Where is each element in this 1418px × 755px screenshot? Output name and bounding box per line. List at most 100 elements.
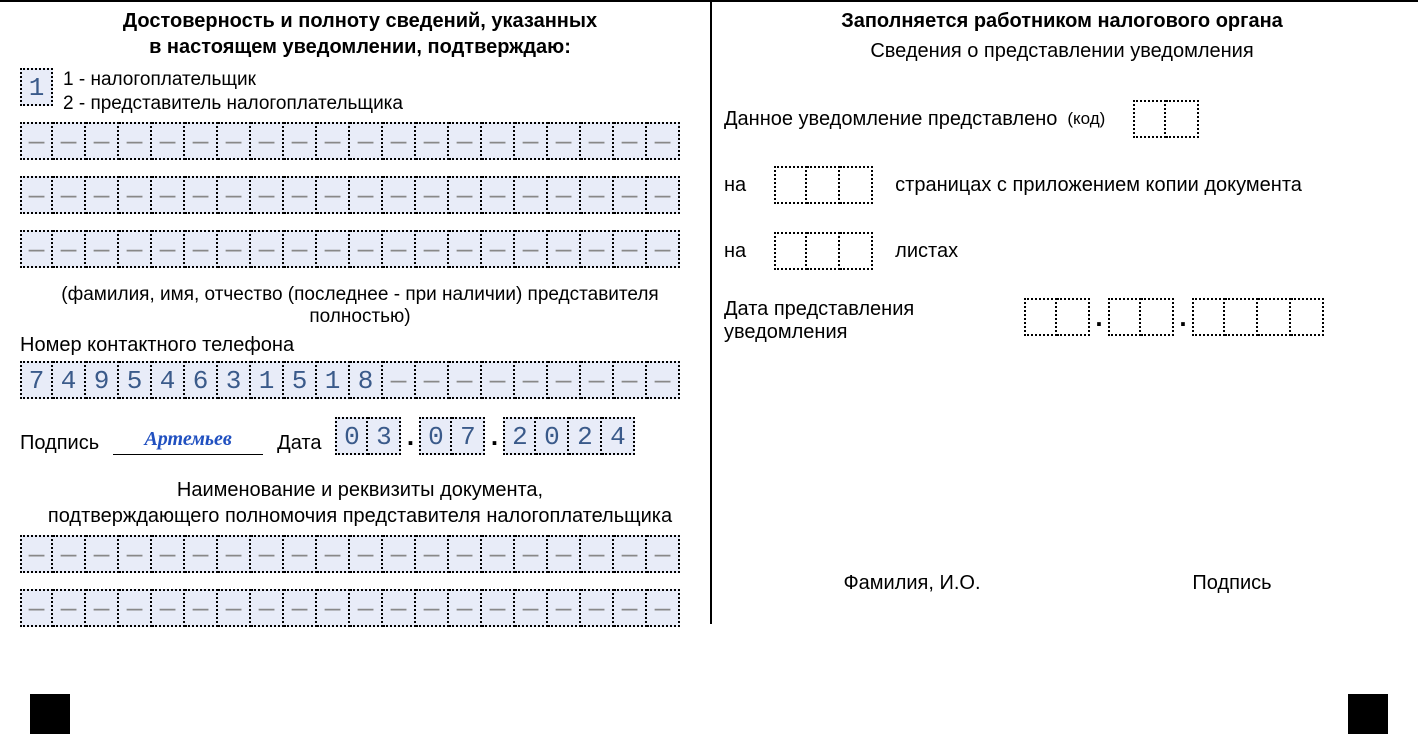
input-cell: — (383, 589, 416, 627)
representative-name-grid[interactable]: ————————————————————————————————————————… (20, 122, 700, 268)
form-page: Достоверность и полноту сведений, указан… (0, 0, 1418, 755)
input-cell: 4 (53, 361, 86, 399)
input-cell: — (416, 230, 449, 268)
input-cell: — (152, 230, 185, 268)
input-cell: — (383, 122, 416, 160)
submitter-code-cell: 1 (20, 68, 53, 106)
r-date-field[interactable]: . . (1024, 298, 1324, 336)
input-cell: — (152, 122, 185, 160)
input-cell: — (53, 230, 86, 268)
input-cell: — (416, 122, 449, 160)
input-cell: — (218, 230, 251, 268)
input-cell: — (53, 122, 86, 160)
input-cell: — (383, 230, 416, 268)
input-cell: 7 (20, 361, 53, 399)
input-cell: — (119, 122, 152, 160)
input-cell: — (614, 176, 647, 214)
input-cell: 9 (86, 361, 119, 399)
empty-cell (840, 166, 873, 204)
input-cell: 3 (368, 417, 401, 455)
date-dot-1: . (401, 417, 419, 455)
submitter-legend: 1 - налогоплательщик 2 - представитель н… (63, 68, 403, 116)
sheets-suffix: листах (895, 240, 958, 263)
input-cell: — (383, 361, 416, 399)
marker-square-right (1348, 694, 1388, 734)
input-cell: — (515, 122, 548, 160)
input-cell: — (581, 361, 614, 399)
input-cell: — (482, 535, 515, 573)
input-cell: — (86, 230, 119, 268)
input-cell: — (416, 176, 449, 214)
input-cell: — (86, 176, 119, 214)
input-cell: — (185, 122, 218, 160)
input-cell: — (317, 122, 350, 160)
input-cell: — (86, 535, 119, 573)
input-cell: — (581, 230, 614, 268)
date-field[interactable]: 03 . 07 . 2024 (335, 417, 635, 455)
input-cell: 0 (419, 417, 452, 455)
input-cell: — (581, 176, 614, 214)
input-cell: — (251, 176, 284, 214)
input-cell: — (152, 176, 185, 214)
input-cell: — (449, 361, 482, 399)
input-cell: — (581, 122, 614, 160)
input-cell: — (152, 535, 185, 573)
input-cell: — (284, 535, 317, 573)
input-cell: — (251, 122, 284, 160)
input-cell: — (614, 230, 647, 268)
input-cell: 2 (503, 417, 536, 455)
input-cell: — (53, 176, 86, 214)
input-cell: — (482, 361, 515, 399)
input-cell: — (119, 176, 152, 214)
input-cell: — (284, 122, 317, 160)
empty-cell (807, 166, 840, 204)
input-cell: — (383, 176, 416, 214)
left-panel: Достоверность и полноту сведений, указан… (20, 8, 700, 643)
signature-value[interactable]: Артемьев (113, 427, 263, 455)
input-cell: — (482, 589, 515, 627)
sheets-field[interactable] (774, 232, 873, 270)
input-cell: — (185, 176, 218, 214)
empty-cell (1133, 100, 1166, 138)
input-cell: — (482, 230, 515, 268)
empty-cell (1258, 298, 1291, 336)
input-cell: — (548, 361, 581, 399)
input-cell: 1 (317, 361, 350, 399)
input-cell: — (185, 230, 218, 268)
left-title-l2: в настоящем уведомлении, подтверждаю: (20, 34, 700, 60)
input-cell: 8 (350, 361, 383, 399)
input-cell: — (482, 176, 515, 214)
doc-name-grid[interactable]: ———————————————————————————————————————— (20, 535, 700, 627)
pages-field[interactable] (774, 166, 873, 204)
marker-square-left (30, 694, 70, 734)
input-cell: — (647, 589, 680, 627)
presented-code-field[interactable] (1133, 100, 1199, 138)
empty-cell (840, 232, 873, 270)
input-cell: — (119, 589, 152, 627)
input-cell: — (20, 535, 53, 573)
legend-option-1: 1 - налогоплательщик (63, 68, 403, 92)
date-label: Дата (277, 432, 321, 455)
input-cell: — (185, 535, 218, 573)
input-cell: — (548, 535, 581, 573)
input-cell: — (317, 176, 350, 214)
input-cell: 4 (152, 361, 185, 399)
submitter-code-field[interactable]: 1 (20, 68, 53, 106)
input-cell: — (317, 535, 350, 573)
pages-suffix: страницах с приложением копии документа (895, 174, 1302, 197)
empty-cell (774, 232, 807, 270)
input-cell: 1 (251, 361, 284, 399)
phone-field[interactable]: 74954631518————————— (20, 361, 700, 399)
input-cell: — (482, 122, 515, 160)
input-cell: 5 (284, 361, 317, 399)
input-cell: — (449, 176, 482, 214)
input-cell: — (218, 122, 251, 160)
input-cell: 0 (335, 417, 368, 455)
empty-cell (1141, 298, 1174, 336)
empty-cell (1057, 298, 1090, 336)
left-title-l1: Достоверность и полноту сведений, указан… (20, 8, 700, 34)
input-cell: — (383, 535, 416, 573)
doc-title-l2: подтверждающего полномочия представителя… (20, 503, 700, 529)
on-label-2: на (724, 240, 746, 263)
right-title: Заполняется работником налогового органа (724, 8, 1400, 34)
